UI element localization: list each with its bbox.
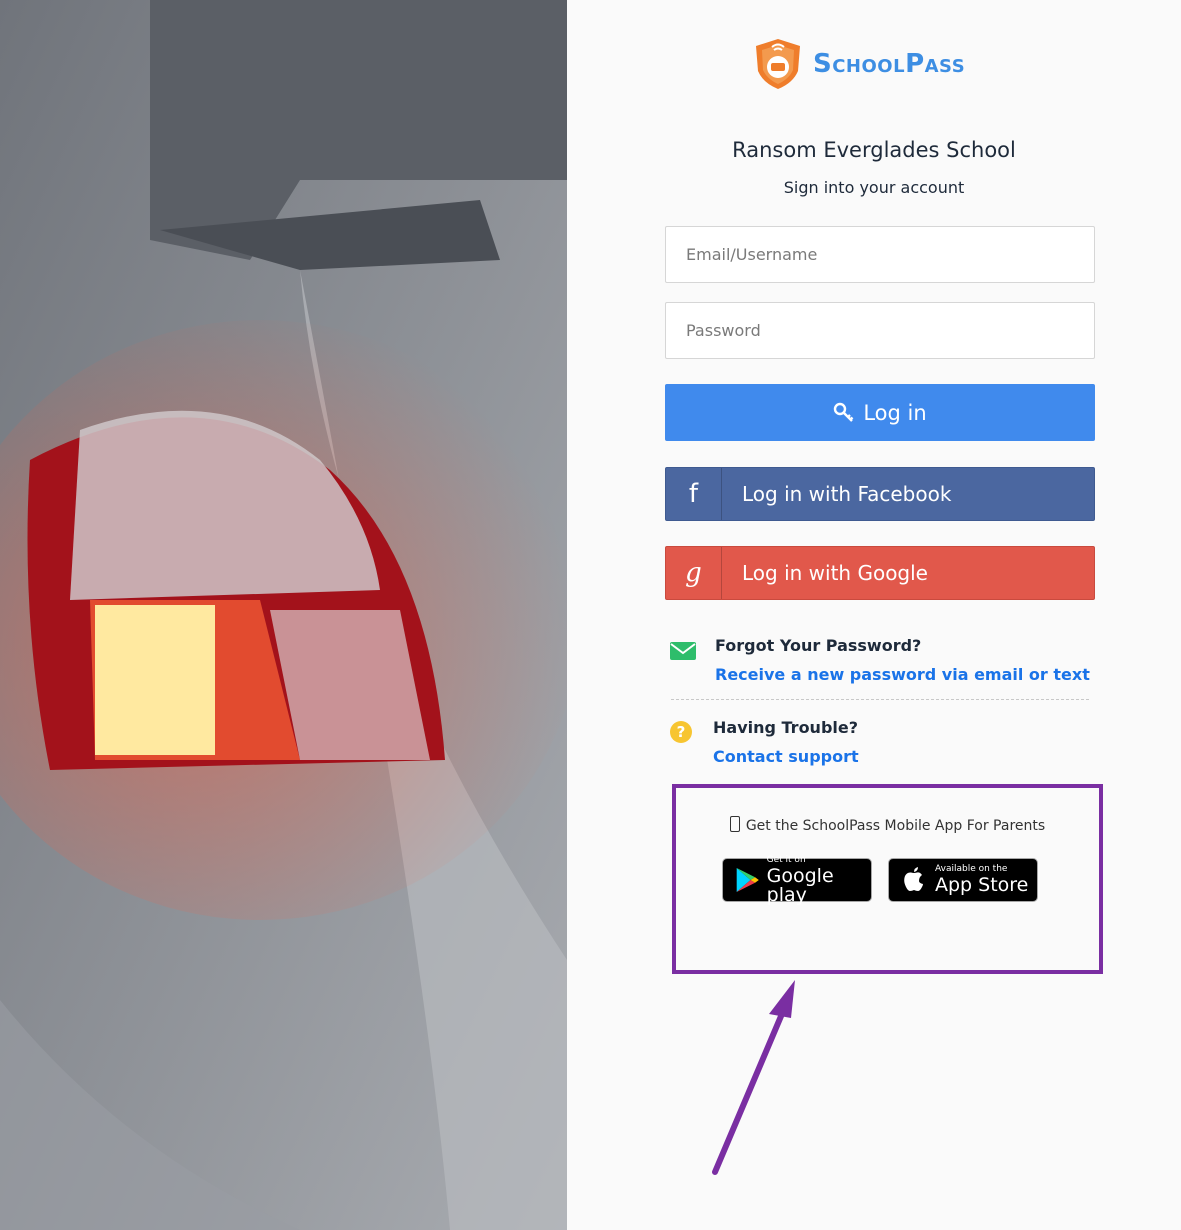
svg-text:?: ? bbox=[677, 723, 686, 741]
key-icon bbox=[834, 402, 854, 422]
forgot-password-section: Forgot Your Password? Receive a new pass… bbox=[715, 636, 1090, 684]
sign-in-subtitle: Sign into your account bbox=[783, 178, 965, 197]
facebook-login-button[interactable]: f Log in with Facebook bbox=[665, 467, 1095, 521]
brand-name: SchoolPass bbox=[813, 49, 966, 79]
schoolpass-logo: SchoolPass bbox=[753, 36, 965, 92]
app-store-big-text: App Store bbox=[935, 874, 1029, 896]
school-name: Ransom Everglades School bbox=[732, 138, 1016, 162]
mobile-app-title-text: Get the SchoolPass Mobile App For Parent… bbox=[745, 818, 1046, 834]
login-button[interactable]: Log in bbox=[665, 384, 1095, 441]
annotation-arrow-icon bbox=[712, 980, 795, 1175]
google-icon: g bbox=[666, 547, 722, 599]
reset-password-link[interactable]: Receive a new password via email or text bbox=[715, 665, 1090, 684]
facebook-login-label: Log in with Facebook bbox=[742, 482, 952, 506]
mobile-app-highlight-box: Get the SchoolPass Mobile App For Parent… bbox=[672, 784, 1103, 974]
contact-support-link[interactable]: Contact support bbox=[713, 747, 859, 766]
google-play-badge[interactable]: Get it on Google play bbox=[722, 854, 872, 906]
login-button-label: Log in bbox=[863, 400, 927, 425]
envelope-icon bbox=[670, 642, 696, 660]
email-username-field[interactable] bbox=[665, 226, 1095, 283]
login-panel: SchoolPass Ransom Everglades School Sign… bbox=[567, 0, 1181, 1230]
phone-icon bbox=[729, 816, 740, 832]
google-login-label: Log in with Google bbox=[742, 561, 928, 585]
app-store-badge[interactable]: Available on the App Store bbox=[888, 858, 1038, 902]
shield-car-icon bbox=[756, 39, 800, 89]
google-play-small-text: Get it on bbox=[766, 854, 806, 865]
background-photo bbox=[0, 0, 567, 1230]
forgot-password-title: Forgot Your Password? bbox=[715, 636, 922, 655]
apple-icon bbox=[904, 867, 923, 891]
trouble-title: Having Trouble? bbox=[713, 718, 859, 737]
facebook-icon: f bbox=[666, 468, 722, 520]
google-play-icon bbox=[736, 868, 759, 892]
password-field[interactable] bbox=[665, 302, 1095, 359]
car-image bbox=[0, 0, 567, 1230]
divider bbox=[671, 699, 1089, 700]
trouble-section: Having Trouble? Contact support bbox=[713, 718, 859, 766]
google-login-button[interactable]: g Log in with Google bbox=[665, 546, 1095, 600]
mobile-app-title: Get the SchoolPass Mobile App For Parent… bbox=[676, 816, 1099, 834]
google-play-big-text: Google play bbox=[766, 864, 834, 906]
app-store-small-text: Available on the bbox=[935, 864, 1008, 874]
question-icon: ? bbox=[670, 721, 692, 743]
